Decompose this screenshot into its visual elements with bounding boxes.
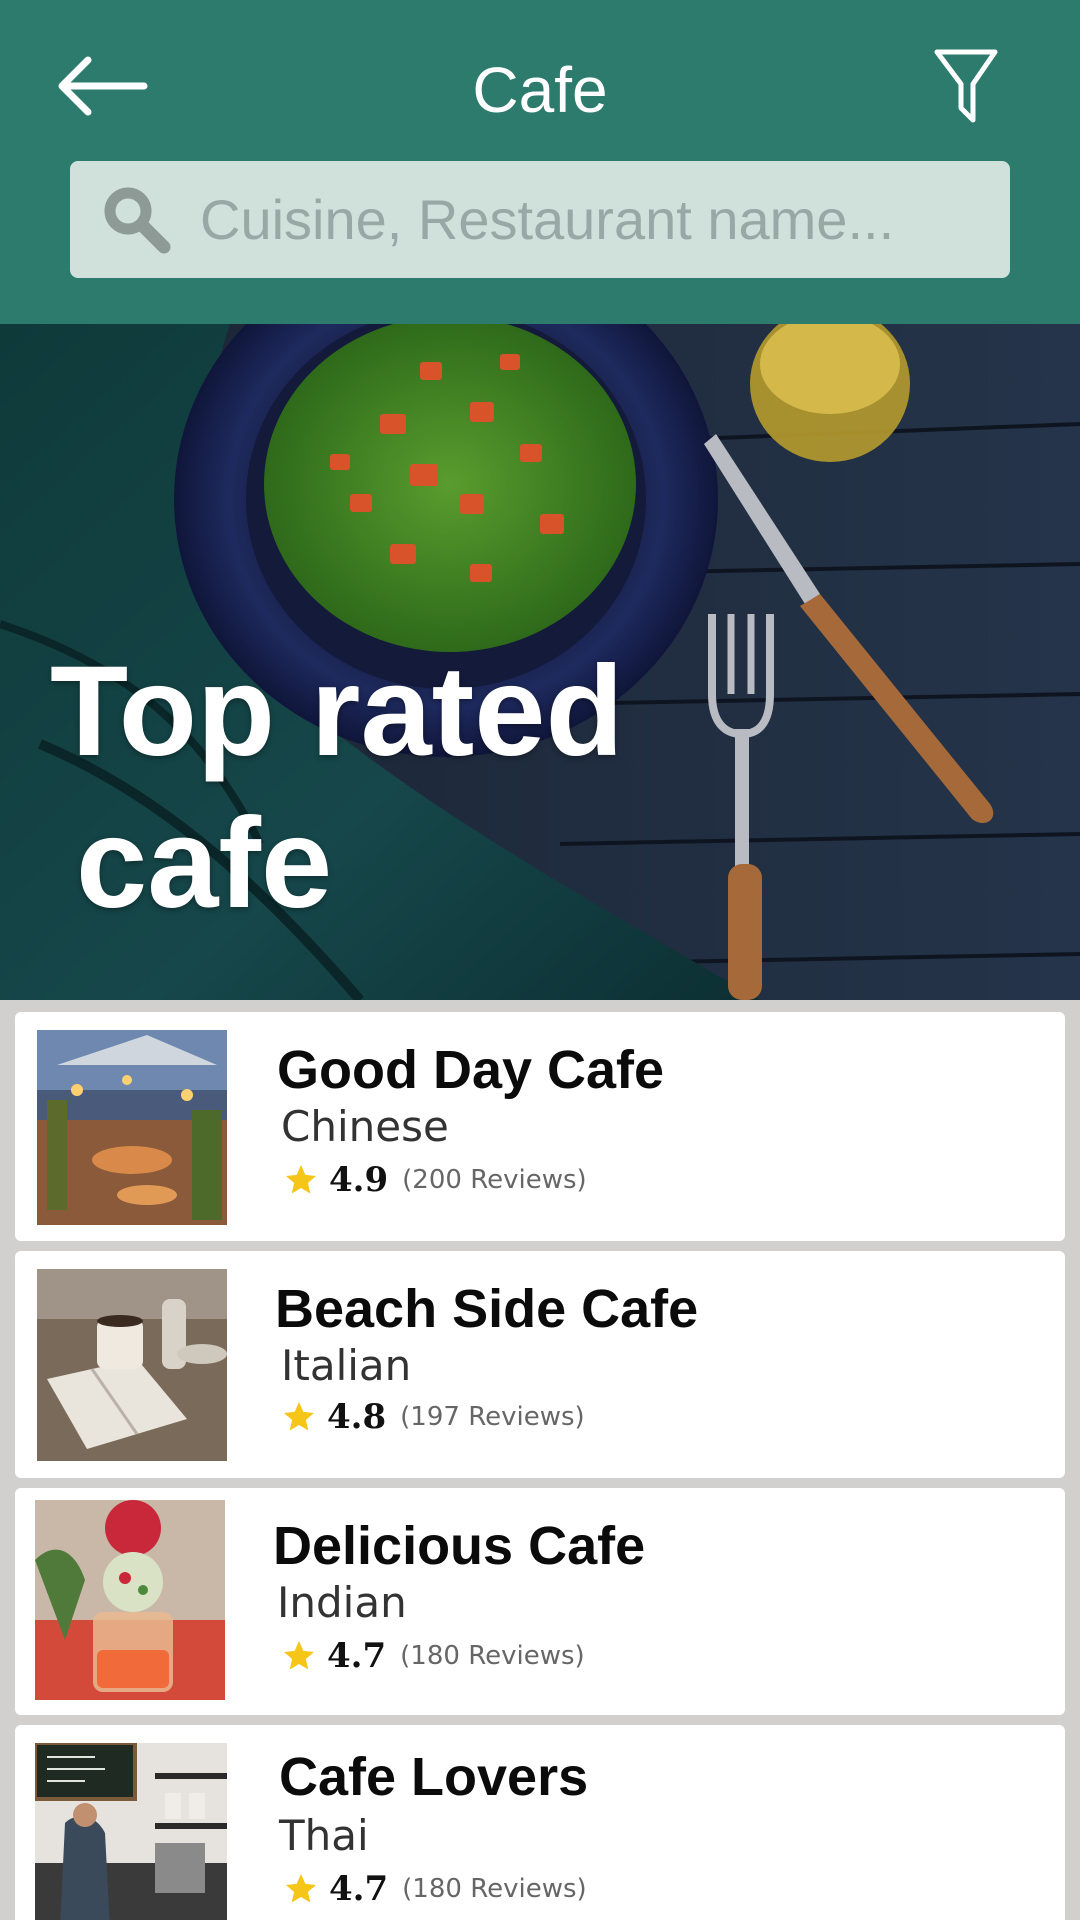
cafe-cuisine: Italian — [281, 1341, 412, 1390]
rating-value: 4.7 — [329, 1869, 389, 1909]
review-count: (200 Reviews) — [402, 1165, 587, 1195]
review-count: (180 Reviews) — [400, 1641, 585, 1671]
outdoor-patio-photo — [37, 1030, 227, 1225]
hero-title-line2: cafe — [76, 792, 333, 935]
cafe-thumbnail — [35, 1500, 225, 1700]
hero-title: Top rated cafe — [50, 636, 670, 940]
barista-counter-photo — [35, 1743, 227, 1920]
cafe-card[interactable]: Good Day Cafe Chinese 4.9 (200 Reviews) — [15, 1012, 1065, 1241]
rating-value: 4.8 — [327, 1397, 387, 1437]
cafe-cuisine: Chinese — [281, 1102, 449, 1151]
rating-row: 4.8 (197 Reviews) — [281, 1394, 585, 1440]
cafe-cuisine: Indian — [277, 1578, 407, 1627]
hero-title-line1: Top rated — [50, 640, 624, 783]
rating-value: 4.7 — [327, 1636, 387, 1676]
cafe-card[interactable]: Beach Side Cafe Italian 4.8 (197 Reviews… — [15, 1251, 1065, 1478]
ice-cream-dessert-photo — [35, 1500, 225, 1700]
rating-row: 4.7 (180 Reviews) — [281, 1633, 585, 1679]
page-title: Cafe — [472, 54, 608, 126]
cafe-thumbnail — [35, 1743, 227, 1920]
cafe-card[interactable]: Cafe Lovers Thai 4.7 (180 Reviews) — [15, 1725, 1065, 1920]
cafe-card[interactable]: Delicious Cafe Indian 4.7 (180 Reviews) — [15, 1488, 1065, 1715]
cafe-thumbnail — [37, 1030, 227, 1225]
arrow-left-icon — [58, 56, 148, 116]
app-header: Cafe — [0, 0, 1080, 324]
notebook-coffee-table-photo — [37, 1269, 227, 1461]
star-icon — [286, 1165, 316, 1194]
rating-row: 4.9 (200 Reviews) — [283, 1157, 587, 1203]
cafe-name: Good Day Cafe — [277, 1040, 665, 1100]
search-bar — [70, 161, 1010, 278]
review-count: (197 Reviews) — [400, 1402, 585, 1432]
star-icon — [284, 1402, 314, 1431]
cafe-name: Beach Side Cafe — [275, 1279, 699, 1339]
cafe-name: Delicious Cafe — [273, 1516, 646, 1576]
review-count: (180 Reviews) — [402, 1874, 587, 1904]
rating-value: 4.9 — [329, 1160, 389, 1200]
back-button[interactable] — [52, 44, 152, 128]
rating-row: 4.7 (180 Reviews) — [283, 1866, 587, 1912]
star-icon — [284, 1641, 314, 1670]
cafe-name: Cafe Lovers — [279, 1747, 589, 1807]
filter-button[interactable] — [924, 44, 1008, 128]
cafe-cuisine: Thai — [279, 1811, 369, 1860]
star-icon — [286, 1874, 316, 1903]
filter-funnel-icon — [934, 49, 998, 123]
cafe-thumbnail — [37, 1269, 227, 1461]
search-input[interactable] — [200, 161, 990, 278]
search-icon — [104, 187, 171, 254]
